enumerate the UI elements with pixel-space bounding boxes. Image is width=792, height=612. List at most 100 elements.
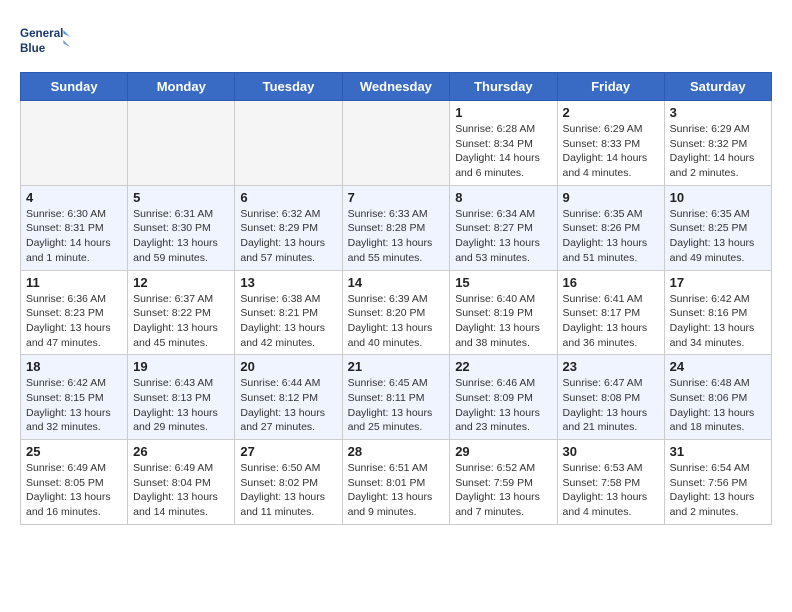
day-info: Sunrise: 6:33 AMSunset: 8:28 PMDaylight:… [348, 207, 445, 266]
day-info: Sunrise: 6:49 AMSunset: 8:05 PMDaylight:… [26, 461, 122, 520]
day-number: 18 [26, 359, 122, 374]
calendar-day: 29 Sunrise: 6:52 AMSunset: 7:59 PMDayligh… [450, 440, 557, 525]
day-info: Sunrise: 6:50 AMSunset: 8:02 PMDaylight:… [240, 461, 336, 520]
svg-text:Blue: Blue [20, 42, 46, 55]
day-number: 4 [26, 190, 122, 205]
day-number: 22 [455, 359, 551, 374]
day-number: 17 [670, 275, 766, 290]
day-info: Sunrise: 6:30 AMSunset: 8:31 PMDaylight:… [26, 207, 122, 266]
calendar-day: 11 Sunrise: 6:36 AMSunset: 8:23 PMDayligh… [21, 270, 128, 355]
day-number: 24 [670, 359, 766, 374]
day-number: 29 [455, 444, 551, 459]
calendar-day: 8 Sunrise: 6:34 AMSunset: 8:27 PMDaylight… [450, 185, 557, 270]
day-info: Sunrise: 6:32 AMSunset: 8:29 PMDaylight:… [240, 207, 336, 266]
day-number: 14 [348, 275, 445, 290]
calendar-week-3: 11 Sunrise: 6:36 AMSunset: 8:23 PMDayligh… [21, 270, 772, 355]
weekday-header-tuesday: Tuesday [235, 73, 342, 101]
day-info: Sunrise: 6:49 AMSunset: 8:04 PMDaylight:… [133, 461, 229, 520]
calendar-day: 18 Sunrise: 6:42 AMSunset: 8:15 PMDayligh… [21, 355, 128, 440]
weekday-header-friday: Friday [557, 73, 664, 101]
day-info: Sunrise: 6:34 AMSunset: 8:27 PMDaylight:… [455, 207, 551, 266]
calendar-week-1: 1 Sunrise: 6:28 AMSunset: 8:34 PMDaylight… [21, 101, 772, 186]
day-info: Sunrise: 6:35 AMSunset: 8:25 PMDaylight:… [670, 207, 766, 266]
calendar-day: 7 Sunrise: 6:33 AMSunset: 8:28 PMDaylight… [342, 185, 450, 270]
svg-text:General: General [20, 27, 63, 40]
day-number: 13 [240, 275, 336, 290]
day-number: 5 [133, 190, 229, 205]
day-info: Sunrise: 6:35 AMSunset: 8:26 PMDaylight:… [563, 207, 659, 266]
day-number: 21 [348, 359, 445, 374]
day-info: Sunrise: 6:36 AMSunset: 8:23 PMDaylight:… [26, 292, 122, 351]
day-info: Sunrise: 6:41 AMSunset: 8:17 PMDaylight:… [563, 292, 659, 351]
calendar-week-2: 4 Sunrise: 6:30 AMSunset: 8:31 PMDaylight… [21, 185, 772, 270]
calendar-day: 10 Sunrise: 6:35 AMSunset: 8:25 PMDayligh… [664, 185, 771, 270]
weekday-header-thursday: Thursday [450, 73, 557, 101]
calendar-day: 22 Sunrise: 6:46 AMSunset: 8:09 PMDayligh… [450, 355, 557, 440]
calendar-day: 14Sunrise: 6:39 AMSunset: 8:20 PMDayligh… [342, 270, 450, 355]
calendar-day [235, 101, 342, 186]
calendar-day: 20Sunrise: 6:44 AMSunset: 8:12 PMDayligh… [235, 355, 342, 440]
day-number: 27 [240, 444, 336, 459]
day-number: 7 [348, 190, 445, 205]
day-info: Sunrise: 6:42 AMSunset: 8:16 PMDaylight:… [670, 292, 766, 351]
day-number: 8 [455, 190, 551, 205]
calendar-day: 27 Sunrise: 6:50 AMSunset: 8:02 PMDayligh… [235, 440, 342, 525]
day-info: Sunrise: 6:54 AMSunset: 7:56 PMDaylight:… [670, 461, 766, 520]
day-number: 6 [240, 190, 336, 205]
day-number: 1 [455, 105, 551, 120]
day-number: 25 [26, 444, 122, 459]
day-info: Sunrise: 6:42 AMSunset: 8:15 PMDaylight:… [26, 376, 122, 435]
day-info: Sunrise: 6:43 AMSunset: 8:13 PMDaylight:… [133, 376, 229, 435]
page-header: General Blue [20, 20, 772, 62]
day-number: 3 [670, 105, 766, 120]
day-info: Sunrise: 6:53 AMSunset: 7:58 PMDaylight:… [563, 461, 659, 520]
calendar-week-4: 18 Sunrise: 6:42 AMSunset: 8:15 PMDayligh… [21, 355, 772, 440]
calendar-day: 25 Sunrise: 6:49 AMSunset: 8:05 PMDayligh… [21, 440, 128, 525]
day-info: Sunrise: 6:52 AMSunset: 7:59 PMDaylight:… [455, 461, 551, 520]
day-info: Sunrise: 6:37 AMSunset: 8:22 PMDaylight:… [133, 292, 229, 351]
logo-svg: General Blue [20, 20, 70, 62]
logo: General Blue [20, 20, 70, 62]
day-number: 15 [455, 275, 551, 290]
calendar-day: 30Sunrise: 6:53 AMSunset: 7:58 PMDayligh… [557, 440, 664, 525]
calendar-day: 12 Sunrise: 6:37 AMSunset: 8:22 PMDayligh… [128, 270, 235, 355]
calendar-day: 21 Sunrise: 6:45 AMSunset: 8:11 PMDayligh… [342, 355, 450, 440]
calendar-day: 4 Sunrise: 6:30 AMSunset: 8:31 PMDaylight… [21, 185, 128, 270]
day-info: Sunrise: 6:47 AMSunset: 8:08 PMDaylight:… [563, 376, 659, 435]
day-number: 11 [26, 275, 122, 290]
day-number: 23 [563, 359, 659, 374]
calendar-day [21, 101, 128, 186]
calendar-day [342, 101, 450, 186]
day-info: Sunrise: 6:40 AMSunset: 8:19 PMDaylight:… [455, 292, 551, 351]
day-number: 28 [348, 444, 445, 459]
day-number: 2 [563, 105, 659, 120]
day-number: 19 [133, 359, 229, 374]
day-number: 12 [133, 275, 229, 290]
calendar-day: 3 Sunrise: 6:29 AMSunset: 8:32 PMDaylight… [664, 101, 771, 186]
day-number: 20 [240, 359, 336, 374]
calendar-day: 17 Sunrise: 6:42 AMSunset: 8:16 PMDayligh… [664, 270, 771, 355]
weekday-header-row: SundayMondayTuesdayWednesdayThursdayFrid… [21, 73, 772, 101]
calendar-day: 15 Sunrise: 6:40 AMSunset: 8:19 PMDayligh… [450, 270, 557, 355]
calendar-day: 26 Sunrise: 6:49 AMSunset: 8:04 PMDayligh… [128, 440, 235, 525]
day-number: 26 [133, 444, 229, 459]
day-number: 16 [563, 275, 659, 290]
weekday-header-wednesday: Wednesday [342, 73, 450, 101]
calendar-day [128, 101, 235, 186]
day-info: Sunrise: 6:45 AMSunset: 8:11 PMDaylight:… [348, 376, 445, 435]
weekday-header-saturday: Saturday [664, 73, 771, 101]
calendar-table: SundayMondayTuesdayWednesdayThursdayFrid… [20, 72, 772, 525]
day-number: 9 [563, 190, 659, 205]
calendar-day: 9 Sunrise: 6:35 AMSunset: 8:26 PMDaylight… [557, 185, 664, 270]
calendar-day: 6 Sunrise: 6:32 AMSunset: 8:29 PMDaylight… [235, 185, 342, 270]
calendar-day: 19 Sunrise: 6:43 AMSunset: 8:13 PMDayligh… [128, 355, 235, 440]
day-number: 10 [670, 190, 766, 205]
day-info: Sunrise: 6:31 AMSunset: 8:30 PMDaylight:… [133, 207, 229, 266]
day-info: Sunrise: 6:29 AMSunset: 8:32 PMDaylight:… [670, 122, 766, 181]
weekday-header-monday: Monday [128, 73, 235, 101]
day-info: Sunrise: 6:28 AMSunset: 8:34 PMDaylight:… [455, 122, 551, 181]
calendar-day: 28Sunrise: 6:51 AMSunset: 8:01 PMDayligh… [342, 440, 450, 525]
day-info: Sunrise: 6:46 AMSunset: 8:09 PMDaylight:… [455, 376, 551, 435]
calendar-day: 2Sunrise: 6:29 AMSunset: 8:33 PMDaylight… [557, 101, 664, 186]
calendar-day: 1 Sunrise: 6:28 AMSunset: 8:34 PMDaylight… [450, 101, 557, 186]
